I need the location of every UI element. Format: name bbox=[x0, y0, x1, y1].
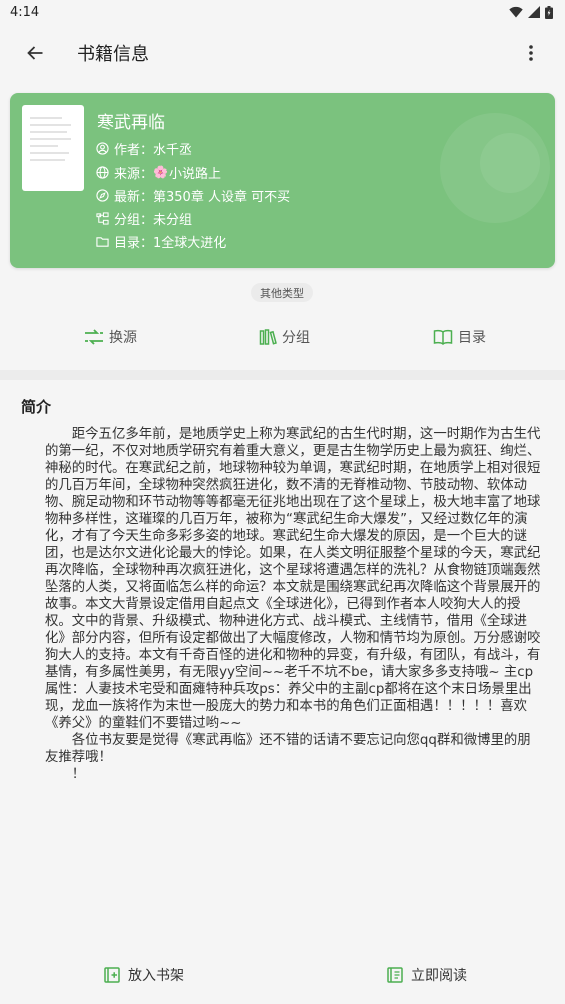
read-now-button[interactable]: 立即阅读 bbox=[386, 960, 467, 990]
book-title: 寒武再临 bbox=[97, 113, 165, 133]
compass-icon bbox=[96, 188, 109, 202]
toc-value: 1全球大进化 bbox=[153, 235, 227, 251]
page-title: 书籍信息 bbox=[77, 44, 149, 65]
read-book-icon bbox=[387, 967, 403, 983]
group-action-label: 分组 bbox=[282, 330, 310, 346]
intro-heading: 简介 bbox=[21, 398, 52, 416]
catalog-button[interactable]: 目录 bbox=[433, 326, 486, 348]
more-options-button[interactable] bbox=[515, 37, 547, 69]
status-time: 4:14 bbox=[10, 4, 40, 20]
latest-row: 最新： 第350章 人设章 可不买 bbox=[96, 185, 290, 205]
latest-chapter: 第350章 人设章 可不买 bbox=[153, 189, 291, 205]
group-button[interactable]: 分组 bbox=[259, 326, 310, 348]
source-label: 来源： bbox=[114, 166, 154, 182]
change-source-button[interactable]: 换源 bbox=[84, 326, 137, 348]
add-to-shelf-button[interactable]: 放入书架 bbox=[103, 960, 184, 990]
author-value: 水千丞 bbox=[153, 142, 193, 158]
arrow-left-icon bbox=[27, 46, 43, 60]
bottom-bar: 放入书架 立即阅读 bbox=[0, 960, 565, 990]
app-bar: 书籍信息 bbox=[0, 24, 565, 82]
group-row[interactable]: 分组： 未分组 bbox=[96, 208, 192, 228]
battery-icon bbox=[545, 5, 553, 19]
group-value: 未分组 bbox=[153, 212, 193, 228]
open-book-icon bbox=[433, 329, 453, 345]
section-divider bbox=[0, 370, 565, 380]
wifi-icon bbox=[509, 6, 523, 18]
flower-icon: 🌸 bbox=[153, 165, 168, 179]
books-icon bbox=[259, 329, 277, 345]
person-icon bbox=[96, 141, 109, 155]
action-row: 换源 分组 目录 bbox=[0, 326, 565, 348]
source-value: 小说路上 bbox=[168, 166, 221, 182]
add-to-shelf-label: 放入书架 bbox=[128, 968, 184, 984]
book-info-card: 寒武再临 作者： 水千丞 来源： 🌸 小说路上 最新： 第350章 人设章 可不… bbox=[10, 93, 555, 268]
toc-row[interactable]: 目录： 1全球大进化 bbox=[96, 231, 226, 251]
add-book-icon bbox=[104, 967, 120, 983]
book-cover[interactable] bbox=[22, 105, 84, 191]
signal-icon bbox=[528, 6, 540, 18]
change-source-label: 换源 bbox=[109, 330, 137, 346]
more-vertical-icon bbox=[529, 45, 533, 61]
category-tag: 其他类型 bbox=[251, 283, 313, 302]
latest-label: 最新： bbox=[114, 189, 154, 205]
folder-icon bbox=[96, 236, 109, 247]
card-decoration bbox=[480, 133, 540, 193]
back-button[interactable] bbox=[19, 37, 51, 69]
catalog-label: 目录 bbox=[458, 330, 486, 346]
author-label: 作者： bbox=[114, 142, 154, 158]
swap-icon bbox=[85, 329, 103, 345]
source-row[interactable]: 来源： 🌸 小说路上 bbox=[96, 162, 221, 182]
author-row: 作者： 水千丞 bbox=[96, 138, 192, 158]
status-bar: 4:14 bbox=[0, 0, 565, 24]
group-label: 分组： bbox=[114, 212, 154, 228]
globe-icon bbox=[96, 165, 109, 179]
status-icons bbox=[509, 5, 553, 19]
read-now-label: 立即阅读 bbox=[411, 968, 467, 984]
intro-text: 距今五亿多年前，是地质学史上称为寒武纪的古生代时期，这一时期作为古生代的第一纪，… bbox=[45, 427, 541, 782]
group-icon bbox=[96, 211, 109, 225]
toc-label: 目录： bbox=[114, 235, 154, 251]
